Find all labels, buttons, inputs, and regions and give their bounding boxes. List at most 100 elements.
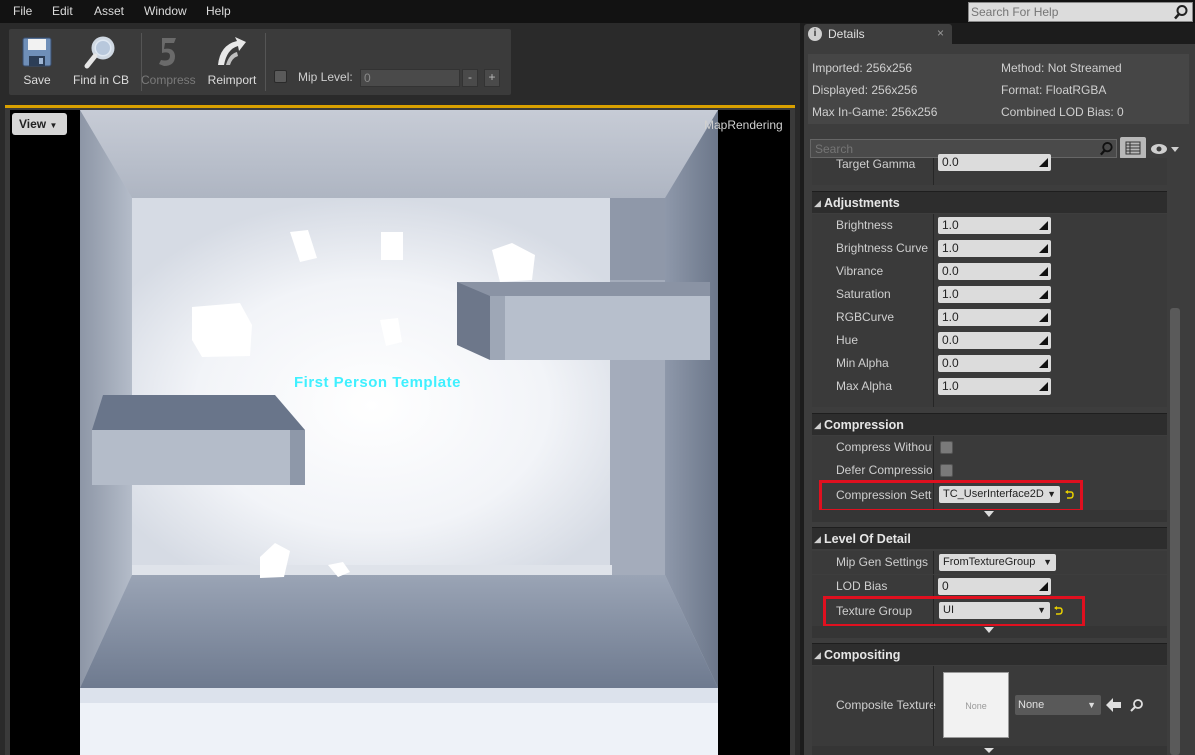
highlight-box: [823, 596, 1085, 627]
property-row: Compress Without: [812, 436, 1167, 459]
mip-level-checkbox[interactable]: [274, 70, 287, 83]
compress-without-alpha-label: Compress Without: [836, 440, 932, 454]
category-adjustments[interactable]: ◢ Adjustments: [812, 191, 1167, 213]
property-row: LOD Bias 0: [812, 575, 1167, 598]
property-brightness-label: Brightness: [836, 218, 893, 232]
view-menu-button[interactable]: View ▼: [12, 113, 67, 135]
browse-search-icon[interactable]: [1130, 698, 1144, 712]
row-divider: [933, 214, 934, 237]
property-matrix-button[interactable]: [1120, 137, 1146, 159]
scene-text: First Person Template: [294, 374, 461, 391]
target-gamma-label: Target Gamma: [836, 157, 916, 171]
defer-compression-checkbox[interactable]: [940, 464, 953, 477]
target-gamma-value: 0.0: [942, 155, 959, 169]
rgbcurve-field[interactable]: 1.0: [938, 309, 1051, 326]
help-search-box[interactable]: [968, 2, 1193, 22]
drag-grip-icon: [1039, 313, 1048, 322]
min-alpha-field[interactable]: 0.0: [938, 355, 1051, 372]
advanced-expander[interactable]: [812, 626, 1167, 638]
row-divider: [933, 575, 934, 598]
toolbar-separator: [265, 33, 266, 91]
advanced-expander[interactable]: [812, 746, 1167, 755]
target-gamma-field[interactable]: 0.0: [938, 154, 1051, 171]
lod-bias-value: 0: [942, 579, 949, 593]
category-compression[interactable]: ◢ Compression: [812, 413, 1167, 435]
chevron-down-icon: ▼: [1043, 557, 1052, 567]
property-row: Defer Compression: [812, 459, 1167, 482]
info-icon: i: [808, 27, 822, 41]
save-button[interactable]: Save: [13, 29, 61, 95]
property-max-alpha-label: Max Alpha: [836, 379, 893, 393]
highlight-box: [819, 480, 1083, 512]
search-icon[interactable]: [1173, 4, 1189, 20]
lod-bias-field[interactable]: 0: [938, 578, 1051, 595]
mip-level-field[interactable]: 0: [360, 69, 460, 87]
menu-window[interactable]: Window: [144, 4, 187, 18]
max-alpha-field[interactable]: 1.0: [938, 378, 1051, 395]
hue-value: 0.0: [942, 333, 959, 347]
mip-level-decrement-button[interactable]: -: [462, 69, 478, 87]
scrollbar-thumb[interactable]: [1170, 308, 1180, 755]
saturation-field[interactable]: 1.0: [938, 286, 1051, 303]
save-icon: [22, 37, 52, 67]
compress-button[interactable]: Compress: [141, 29, 196, 95]
category-compositing-title: Compositing: [824, 648, 901, 662]
menu-edit[interactable]: Edit: [52, 4, 73, 18]
expand-arrow-icon: [984, 511, 994, 517]
row-divider: [933, 666, 934, 746]
category-level-of-detail[interactable]: ◢ Level Of Detail: [812, 527, 1167, 549]
reimport-label: Reimport: [207, 73, 257, 87]
eye-icon[interactable]: [1150, 141, 1180, 157]
find-in-cb-button[interactable]: Find in CB: [65, 29, 137, 95]
property-row: Vibrance 0.0: [812, 260, 1167, 283]
brightness-curve-field[interactable]: 1.0: [938, 240, 1051, 257]
expand-arrow-icon: [984, 627, 994, 633]
imported-size: Imported: 256x256: [812, 61, 913, 75]
collapse-triangle-icon: ◢: [814, 420, 821, 430]
menu-file[interactable]: File: [13, 4, 32, 18]
compress-without-alpha-checkbox[interactable]: [940, 441, 953, 454]
property-brightness-curve-label: Brightness Curve: [836, 241, 929, 255]
drag-grip-icon: [1039, 336, 1048, 345]
drag-grip-icon: [1039, 290, 1048, 299]
mip-gen-settings-value: FromTextureGroup: [943, 556, 1036, 568]
category-compositing[interactable]: ◢ Compositing: [812, 643, 1167, 665]
composite-texture-label: Composite Texture: [836, 698, 936, 712]
mip-gen-settings-dropdown[interactable]: FromTextureGroup ▼: [939, 554, 1056, 571]
magnifier-icon: [84, 36, 115, 69]
vibrance-field[interactable]: 0.0: [938, 263, 1051, 280]
property-vibrance-label: Vibrance: [836, 264, 884, 278]
drag-grip-icon: [1039, 359, 1048, 368]
row-divider: [933, 283, 934, 306]
property-min-alpha-label: Min Alpha: [836, 356, 889, 370]
view-label: View: [19, 117, 47, 131]
brightness-field[interactable]: 1.0: [938, 217, 1051, 234]
menu-asset[interactable]: Asset: [94, 4, 124, 18]
streaming-method: Method: Not Streamed: [1001, 61, 1122, 75]
row-divider: [933, 352, 934, 375]
close-icon[interactable]: ×: [937, 26, 944, 40]
hue-field[interactable]: 0.0: [938, 332, 1051, 349]
category-level-of-detail-title: Level Of Detail: [824, 532, 911, 546]
tab-details[interactable]: i Details ×: [804, 24, 952, 44]
drag-grip-icon: [1039, 382, 1048, 391]
search-icon: [1099, 141, 1113, 156]
property-row: Brightness 1.0: [812, 214, 1167, 237]
composite-texture-thumbnail[interactable]: None: [943, 672, 1009, 738]
mip-level-label: Mip Level:: [298, 70, 353, 84]
combined-lod-bias: Combined LOD Bias: 0: [1001, 105, 1124, 119]
collapse-triangle-icon: ◢: [814, 650, 821, 660]
compress-label: Compress: [141, 73, 196, 87]
texture-preview-image: [80, 110, 718, 755]
advanced-expander[interactable]: [812, 510, 1167, 522]
details-tab-title: Details: [828, 27, 865, 41]
composite-texture-dropdown[interactable]: None ▼: [1015, 695, 1101, 715]
row-divider: [933, 551, 934, 574]
row-divider: [933, 436, 934, 459]
row-divider: [933, 158, 934, 185]
help-search-input[interactable]: [971, 4, 1171, 20]
mip-level-increment-button[interactable]: +: [484, 69, 500, 87]
menu-help[interactable]: Help: [206, 4, 231, 18]
use-selected-arrow-icon[interactable]: [1106, 698, 1122, 712]
reimport-button[interactable]: Reimport: [203, 29, 261, 95]
